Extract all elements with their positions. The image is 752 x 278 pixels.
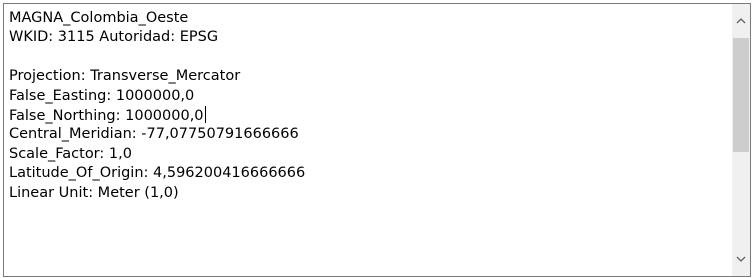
chevron-up-icon — [736, 18, 746, 24]
scroll-down-button[interactable] — [732, 242, 750, 276]
text-caret — [204, 105, 206, 123]
text-line-name: MAGNA_Colombia_Oeste — [9, 10, 189, 26]
text-line-false-easting: False_Easting: 1000000,0 — [9, 87, 195, 104]
text-line-wkid: WKID: 3115 Autoridad: EPSG — [9, 29, 219, 46]
scrollbar-thumb[interactable] — [733, 38, 749, 152]
text-line-false-northing-text: False_Northing: 1000000,0 — [9, 107, 204, 124]
text-line-projection: Projection: Transverse_Mercator — [9, 68, 241, 85]
text-line-false-northing: False_Northing: 1000000,0 — [9, 105, 728, 125]
chevron-down-icon — [736, 256, 746, 262]
scroll-up-button[interactable] — [732, 4, 750, 38]
text-line-latitude-of-origin: Latitude_Of_Origin: 4,596200416666666 — [9, 165, 306, 182]
text-line-linear-unit: Linear Unit: Meter (1,0) — [9, 184, 179, 201]
spatial-reference-textbox[interactable]: MAGNA_Colombia_Oeste WKID: 3115 Autorida… — [3, 3, 751, 277]
text-line-scale-factor: Scale_Factor: 1,0 — [9, 145, 132, 162]
text-line-central-meridian: Central_Meridian: -77,07750791666666 — [9, 126, 299, 143]
text-line-blank — [9, 48, 728, 67]
spatial-reference-text[interactable]: MAGNA_Colombia_Oeste WKID: 3115 Autorida… — [9, 9, 728, 276]
vertical-scrollbar[interactable] — [732, 4, 750, 276]
